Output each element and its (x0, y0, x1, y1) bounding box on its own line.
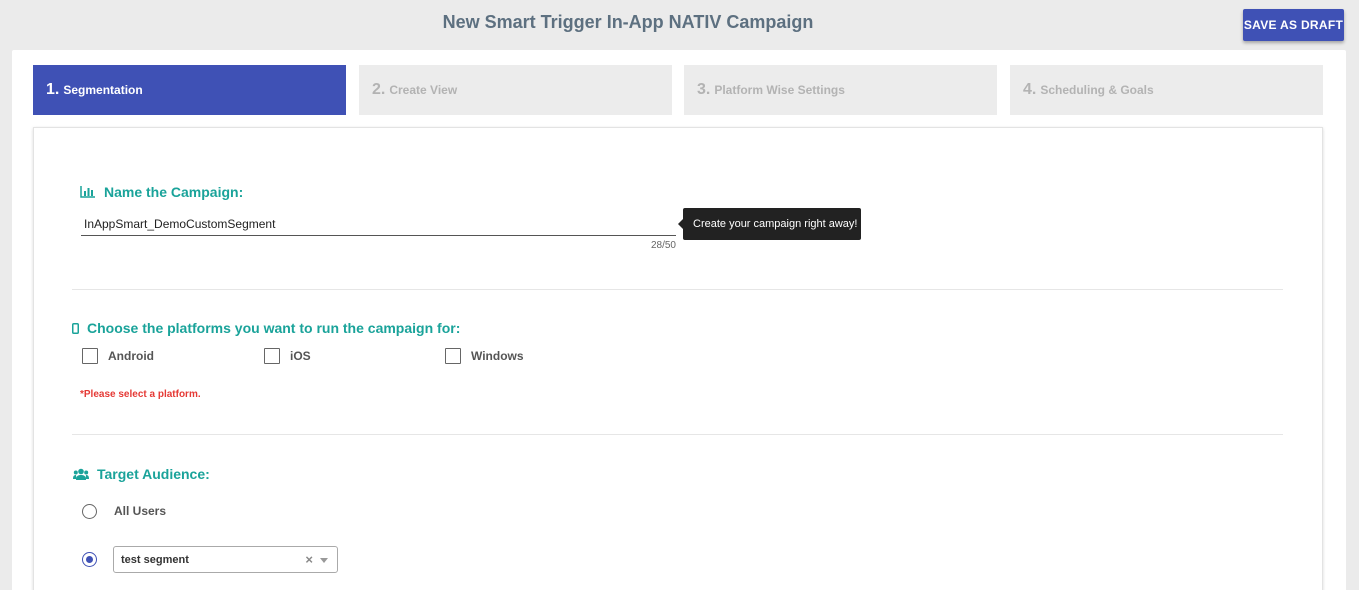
step-number: 3. (697, 81, 711, 98)
character-counter: 28/50 (650, 240, 676, 251)
android-checkbox[interactable] (82, 348, 98, 364)
windows-label: Windows (471, 349, 524, 363)
step-label: Create View (389, 83, 458, 97)
step-segmentation[interactable]: 1. Segmentation (33, 65, 346, 115)
page-title: New Smart Trigger In-App NATIV Campaign (442, 12, 814, 32)
step-number: 4. (1023, 81, 1037, 98)
step-create-view[interactable]: 2. Create View (359, 65, 672, 115)
all-users-radio[interactable] (82, 504, 97, 519)
all-users-label: All Users (114, 504, 167, 518)
platforms-title: Choose the platforms you want to run the… (87, 320, 461, 336)
campaign-name-input[interactable] (81, 212, 676, 236)
step-number: 2. (372, 81, 386, 98)
clear-icon[interactable]: × (305, 552, 313, 567)
platforms-heading: Choose the platforms you want to run the… (72, 320, 460, 336)
users-icon (73, 468, 89, 481)
target-audience-title: Target Audience: (97, 466, 210, 482)
section-divider (72, 289, 1283, 290)
segment-select[interactable]: test segment × (113, 546, 338, 573)
bar-chart-icon (80, 186, 96, 198)
step-label: Segmentation (63, 83, 143, 97)
save-as-draft-button[interactable]: SAVE AS DRAFT (1243, 9, 1344, 41)
segment-select-value: test segment (121, 553, 189, 566)
campaign-name-tooltip: Create your campaign right away! (678, 208, 861, 240)
target-audience-heading: Target Audience: (73, 466, 210, 482)
step-scheduling-goals[interactable]: 4. Scheduling & Goals (1010, 65, 1323, 115)
chevron-down-icon[interactable] (320, 558, 328, 563)
windows-checkbox[interactable] (445, 348, 461, 364)
platform-windows-option[interactable]: Windows (445, 348, 524, 364)
campaign-name-title: Name the Campaign: (104, 184, 244, 200)
step-number: 1. (46, 81, 60, 98)
section-divider (72, 434, 1283, 435)
platform-ios-option[interactable]: iOS (264, 348, 311, 364)
campaign-name-heading: Name the Campaign: (80, 184, 243, 200)
step-platform-settings[interactable]: 3. Platform Wise Settings (684, 65, 997, 115)
platform-error-message: *Please select a platform. (80, 389, 201, 400)
step-label: Platform Wise Settings (714, 83, 845, 97)
platform-android-option[interactable]: Android (82, 348, 154, 364)
ios-label: iOS (290, 349, 311, 363)
step-label: Scheduling & Goals (1040, 83, 1154, 97)
mobile-icon (72, 322, 79, 334)
android-label: Android (108, 349, 154, 363)
custom-segment-radio[interactable] (82, 552, 97, 567)
ios-checkbox[interactable] (264, 348, 280, 364)
